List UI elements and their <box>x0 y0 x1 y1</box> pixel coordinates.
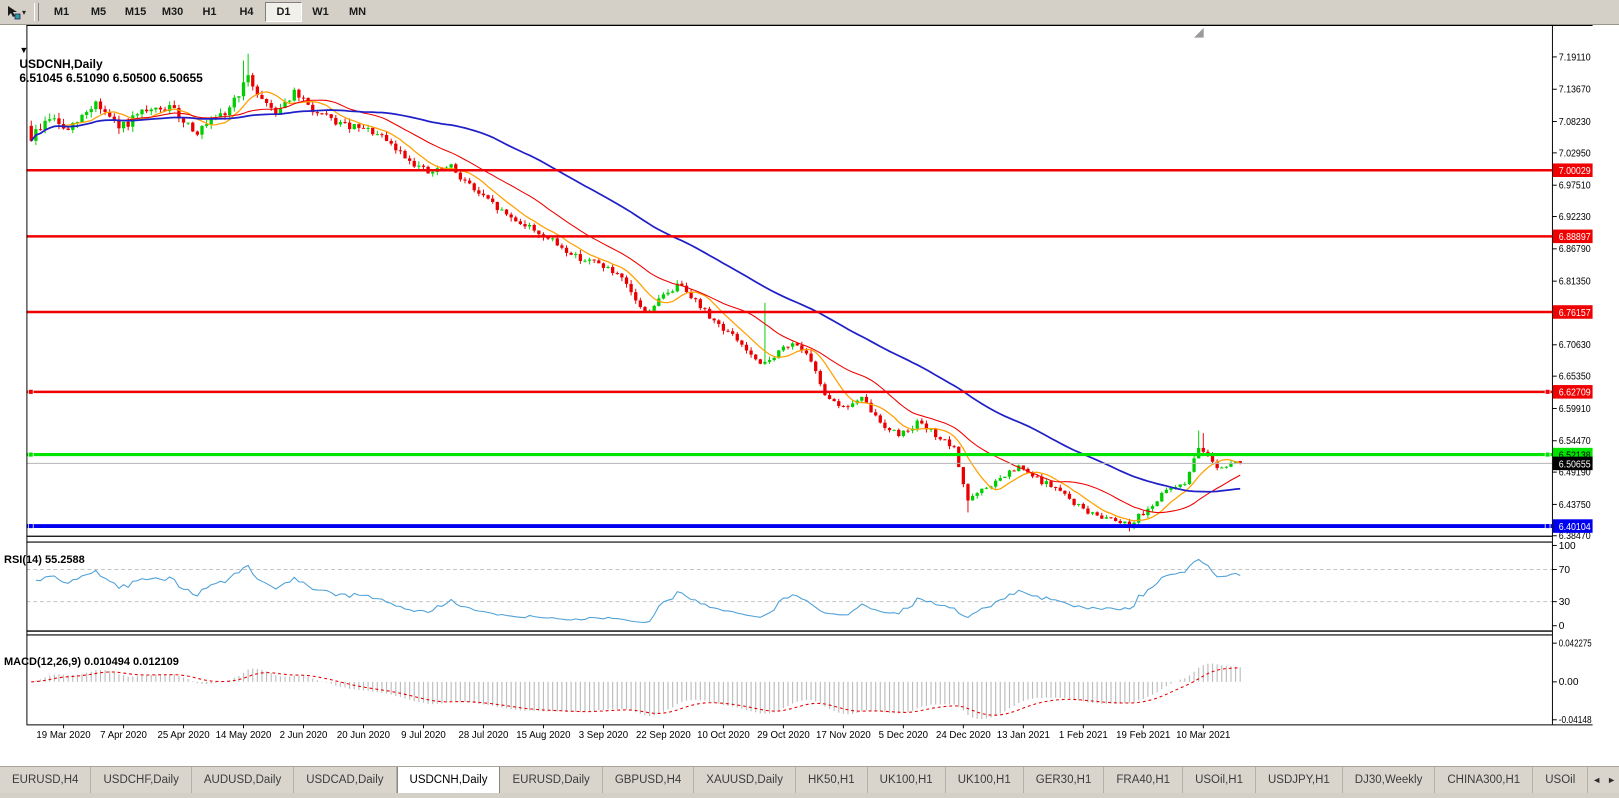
tab-GER30-H1[interactable]: GER30,H1 <box>1024 767 1105 793</box>
svg-text:7.08230: 7.08230 <box>1559 117 1591 128</box>
svg-text:19 Feb 2021: 19 Feb 2021 <box>1116 730 1170 741</box>
rsi-indicator-label: RSI(14) 55.2588 <box>4 554 85 566</box>
macd-indicator-label: MACD(12,26,9) 0.010494 0.012109 <box>4 656 179 668</box>
window-bottom-strip <box>0 793 1619 798</box>
chart-tab-bar: EURUSD,H4 USDCHF,Daily AUDUSD,Daily USDCAD,… <box>0 766 1619 793</box>
svg-text:10 Mar 2021: 10 Mar 2021 <box>1176 730 1230 741</box>
chart-area: ▼ USDCNH,Daily 6.51045 6.51090 6.50500 6… <box>0 25 1619 766</box>
svg-text:20 Jun 2020: 20 Jun 2020 <box>337 730 390 741</box>
svg-text:6.81350: 6.81350 <box>1559 277 1591 288</box>
svg-text:7.13670: 7.13670 <box>1559 85 1591 96</box>
svg-text:29 Oct 2020: 29 Oct 2020 <box>757 730 810 741</box>
svg-text:6.86790: 6.86790 <box>1559 244 1591 255</box>
svg-text:0: 0 <box>1559 621 1565 632</box>
svg-text:2 Jun 2020: 2 Jun 2020 <box>280 730 328 741</box>
tab-HK50-H1[interactable]: HK50,H1 <box>796 767 868 793</box>
svg-text:6.76157: 6.76157 <box>1559 308 1591 319</box>
toolbar-grip <box>34 3 40 21</box>
svg-text:3 Sep 2020: 3 Sep 2020 <box>579 730 628 741</box>
price-chart-canvas[interactable]: 7.19110 7.13670 7.08230 7.02950 6.97510 6.922… <box>0 25 1619 766</box>
svg-text:10 Oct 2020: 10 Oct 2020 <box>697 730 750 741</box>
tab-USOil-H1[interactable]: USOil,H1 <box>1183 767 1256 793</box>
svg-text:6.62709: 6.62709 <box>1559 388 1591 399</box>
svg-text:0.042275: 0.042275 <box>1559 639 1592 650</box>
chart-menu-icon[interactable]: ▼ <box>19 43 28 57</box>
tab-scroll-right-icon[interactable]: ► <box>1607 775 1616 785</box>
chart-background <box>26 25 1593 742</box>
svg-text:6.40104: 6.40104 <box>1559 522 1591 533</box>
svg-text:7 Apr 2020: 7 Apr 2020 <box>100 730 147 741</box>
svg-text:13 Jan 2021: 13 Jan 2021 <box>997 730 1050 741</box>
svg-text:15 Aug 2020: 15 Aug 2020 <box>516 730 570 741</box>
svg-text:19 Mar 2020: 19 Mar 2020 <box>36 730 90 741</box>
tab-UK100-H1[interactable]: UK100,H1 <box>868 767 946 793</box>
tab-USDCHF-Daily[interactable]: USDCHF,Daily <box>91 767 192 793</box>
timeframe-button-H4[interactable]: H4 <box>228 2 265 22</box>
tab-EURUSD-Daily[interactable]: EURUSD,Daily <box>500 767 603 793</box>
svg-text:1 Feb 2021: 1 Feb 2021 <box>1059 730 1108 741</box>
svg-text:24 Dec 2020: 24 Dec 2020 <box>936 730 991 741</box>
svg-text:6.88897: 6.88897 <box>1559 232 1591 243</box>
drawing-tool-button[interactable]: ▾ <box>2 1 30 24</box>
svg-text:6.50655: 6.50655 <box>1559 459 1591 470</box>
timeframe-button-H1[interactable]: H1 <box>191 2 228 22</box>
timeframe-button-W1[interactable]: W1 <box>302 2 339 22</box>
svg-text:22 Sep 2020: 22 Sep 2020 <box>636 730 691 741</box>
svg-text:6.70630: 6.70630 <box>1559 340 1591 351</box>
svg-text:7.00029: 7.00029 <box>1559 166 1591 177</box>
svg-text:6.97510: 6.97510 <box>1559 181 1591 192</box>
tab-scroll-left-icon[interactable]: ◄ <box>1592 775 1601 785</box>
timeframe-button-M1[interactable]: M1 <box>43 2 80 22</box>
timeframe-button-M15[interactable]: M15 <box>117 2 154 22</box>
tab-USDJPY-H1[interactable]: USDJPY,H1 <box>1256 767 1343 793</box>
svg-text:9 Jul 2020: 9 Jul 2020 <box>401 730 446 741</box>
svg-text:6.65350: 6.65350 <box>1559 372 1591 383</box>
timeframe-button-MN[interactable]: MN <box>339 2 376 22</box>
svg-text:17 Nov 2020: 17 Nov 2020 <box>816 730 871 741</box>
tab-CHINA300-H1[interactable]: CHINA300,H1 <box>1435 767 1534 793</box>
timeframe-button-M30[interactable]: M30 <box>154 2 191 22</box>
tab-AUDUSD-Daily[interactable]: AUDUSD,Daily <box>192 767 295 793</box>
tab-USDCNH-Daily[interactable]: USDCNH,Daily <box>396 767 501 793</box>
tab-UK100-H1[interactable]: UK100,H1 <box>946 767 1024 793</box>
svg-text:7.02950: 7.02950 <box>1559 148 1591 159</box>
tab-EURUSD-H4[interactable]: EURUSD,H4 <box>0 767 92 793</box>
tab-USDCAD-Daily[interactable]: USDCAD,Daily <box>294 767 397 793</box>
chart-symbol-label: USDCNH,Daily <box>19 57 103 71</box>
tab-DJ30-Weekly[interactable]: DJ30,Weekly <box>1343 767 1436 793</box>
svg-text:30: 30 <box>1559 597 1571 608</box>
timeframe-button-M5[interactable]: M5 <box>80 2 117 22</box>
tab-FRA40-H1[interactable]: FRA40,H1 <box>1104 767 1184 793</box>
svg-text:70: 70 <box>1559 565 1571 576</box>
svg-text:6.43750: 6.43750 <box>1559 500 1591 511</box>
svg-text:100: 100 <box>1559 541 1576 552</box>
timeframe-button-D1[interactable]: D1 <box>265 2 303 22</box>
svg-text:14 May 2020: 14 May 2020 <box>216 730 272 741</box>
chart-title: ▼ USDCNH,Daily 6.51045 6.51090 6.50500 6… <box>6 29 203 99</box>
svg-text:5 Dec 2020: 5 Dec 2020 <box>879 730 928 741</box>
chart-quote-values: 6.51045 6.51090 6.50500 6.50655 <box>19 71 203 85</box>
dropdown-caret-icon: ▾ <box>22 7 27 17</box>
svg-text:6.92230: 6.92230 <box>1559 212 1591 223</box>
cursor-tool-icon <box>8 5 21 19</box>
svg-text:25 Apr 2020: 25 Apr 2020 <box>157 730 209 741</box>
tab-GBPUSD-H4[interactable]: GBPUSD,H4 <box>603 767 695 793</box>
svg-text:0.00: 0.00 <box>1559 677 1579 688</box>
main-toolbar: ▾ M1 M5 M15 M30 H1 H4 D1 W1 MN <box>0 0 1619 25</box>
svg-text:7.19110: 7.19110 <box>1559 52 1591 63</box>
tab-USOil[interactable]: USOil <box>1533 767 1589 793</box>
svg-text:6.59910: 6.59910 <box>1559 404 1591 415</box>
tab-XAUUSD-Daily[interactable]: XAUUSD,Daily <box>694 767 796 793</box>
svg-text:6.54470: 6.54470 <box>1559 436 1591 447</box>
svg-text:28 Jul 2020: 28 Jul 2020 <box>458 730 508 741</box>
timeframe-buttons: M1 M5 M15 M30 H1 H4 D1 W1 MN <box>43 2 376 22</box>
svg-text:-0.04148: -0.04148 <box>1559 715 1592 726</box>
